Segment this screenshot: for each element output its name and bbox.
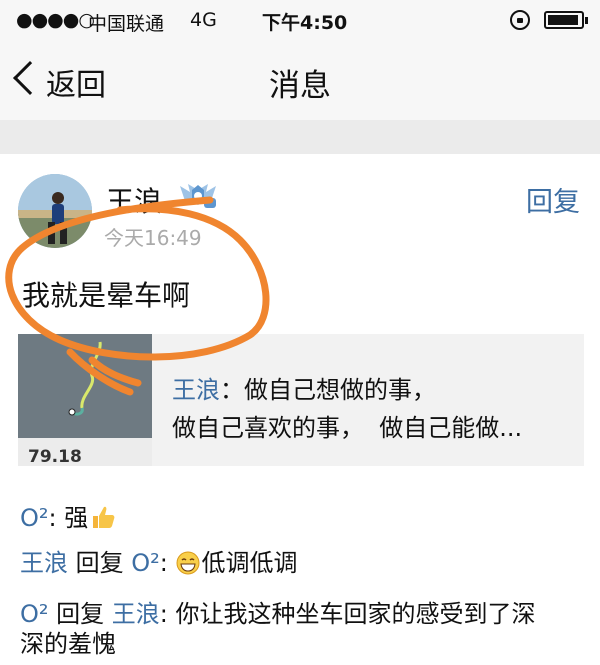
shared-post-card[interactable]: 79.18 王浪：做自己想做的事， 做自己喜欢的事， 做自己能做... [18,334,584,466]
grin-emoji-icon [176,551,199,575]
network-type: 4G [190,9,217,31]
page-title: 消息 [269,68,331,104]
post-timestamp: 今天16:49 [104,226,202,250]
shared-post-author[interactable]: 王浪 [172,376,220,404]
comment-author[interactable]: O² [20,504,49,532]
route-map-icon [68,341,102,416]
comment-text: 你让我这种坐车回家的感受到了深 [175,600,536,628]
shared-post-text-1: 做自己想做的事， [244,376,436,404]
status-bar: ●●●●○ 中国联通 4G 下午4:50 [0,0,600,40]
avatar[interactable] [18,174,92,248]
post-text: 我就是晕车啊 [22,279,191,312]
comment-text: 低调低调 [201,549,298,577]
battery-icon [544,11,588,29]
thumbs-up-icon [93,506,115,528]
rotation-lock-icon [510,10,530,30]
comment-author[interactable]: 王浪 [20,549,68,577]
signal-strength-icon: ●●●●○ [16,9,95,31]
comment-separator: : [159,549,176,577]
shared-post-separator: ： [220,376,244,404]
carrier-name: 中国联通 [88,13,165,35]
shared-post-text-2: 做自己喜欢的事， 做自己能做... [172,414,523,442]
comment-item: O²: 强 [20,498,116,533]
reply-target[interactable]: 王浪 [112,600,160,628]
comment-text: 强 [64,504,89,532]
avatar-image [18,174,92,248]
post-author[interactable]: 王浪 [106,180,162,220]
section-divider [0,120,600,154]
nav-bar: 返回 消息 [0,40,600,120]
reply-target[interactable]: O² [131,549,160,577]
status-time: 下午4:50 [262,12,348,34]
reply-word: 回复 [68,549,132,577]
vip-badge-icon [180,184,216,208]
shared-post-line-1: 王浪：做自己想做的事， [172,370,436,405]
comment-text-continued: 深的羞愧 [20,630,116,658]
comment-separator: : [48,504,65,532]
comment-separator: : [159,600,176,628]
reply-button[interactable]: 回复 [526,180,580,219]
shared-post-thumbnail: 79.18 [18,334,152,466]
comment-item: 王浪 回复 O²: 低调低调 [20,543,298,578]
thumbnail-number: 79.18 [28,447,82,466]
